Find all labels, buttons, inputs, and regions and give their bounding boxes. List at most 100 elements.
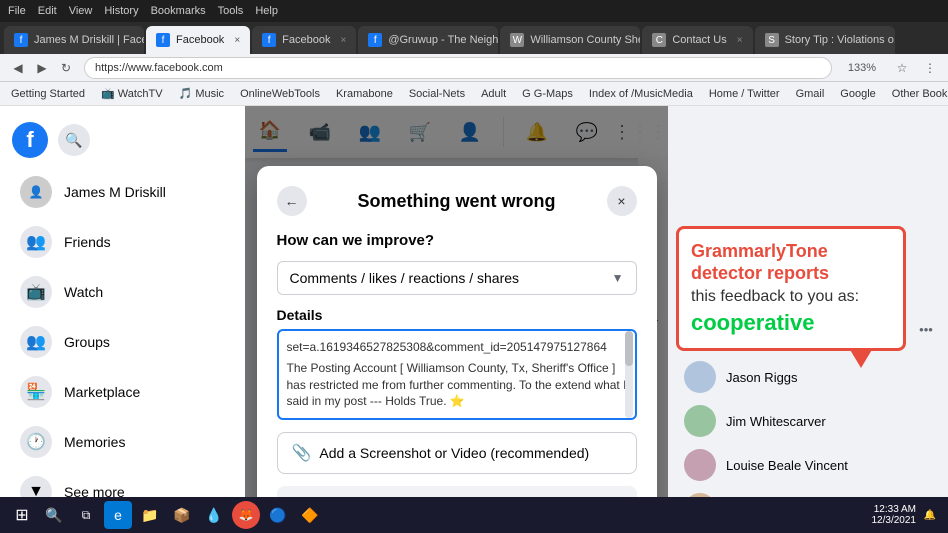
friends-icon: 👥 [20, 226, 52, 258]
tab-close-5[interactable]: × [737, 35, 743, 46]
modal-back-button[interactable]: ← [277, 186, 307, 216]
taskbar-app2[interactable]: 🔶 [296, 501, 324, 529]
contact-jim-whitescarver[interactable]: Jim Whitescarver [676, 399, 940, 443]
back-button[interactable]: ◀ [8, 58, 28, 78]
menu-tools[interactable]: Tools [218, 5, 244, 17]
bookmark-music[interactable]: 🎵 Music [174, 85, 229, 102]
bookmark-adult[interactable]: Adult [476, 86, 511, 102]
groups-icon: 👥 [20, 326, 52, 358]
bookmark-gmaps[interactable]: G G-Maps [517, 86, 578, 102]
details-body-text: The Posting Account [ Williamson County,… [287, 360, 627, 410]
menu-help[interactable]: Help [255, 5, 278, 17]
sidebar-item-marketplace[interactable]: 🏪 Marketplace [8, 368, 237, 416]
modal-close-button[interactable]: × [607, 186, 637, 216]
taskbar-time: 12:33 AM [872, 504, 917, 515]
taskbar-app1[interactable]: 🔵 [264, 501, 292, 529]
bookmark-kramabone[interactable]: Kramabone [331, 86, 398, 102]
modal-subtitle: How can we improve? [277, 232, 637, 249]
facebook-logo[interactable]: f [12, 122, 48, 158]
bookmark-other[interactable]: Other Bookmarks [887, 86, 948, 102]
tab-1[interactable]: f Facebook × [146, 26, 250, 54]
tab-favicon-2: f [262, 33, 276, 47]
nav-buttons: ◀ ▶ ↻ [8, 58, 76, 78]
memories-icon: 🕐 [20, 426, 52, 458]
bookmarks-bar: Getting Started 📺 WatchTV 🎵 Music Online… [0, 82, 948, 106]
marketplace-icon: 🏪 [20, 376, 52, 408]
refresh-button[interactable]: ↻ [56, 58, 76, 78]
taskbar-notification[interactable]: 🔔 [920, 505, 940, 525]
taskbar-firefox[interactable]: 🦊 [232, 501, 260, 529]
bookmark-musicmedia[interactable]: Index of /MusicMedia [584, 86, 698, 102]
tab-close-2[interactable]: × [340, 35, 346, 46]
taskbar-taskview[interactable]: ⧉ [72, 501, 100, 529]
sidebar-header: f 🔍 [0, 114, 245, 166]
bookmark-star[interactable]: ☆ [892, 58, 912, 78]
sidebar-item-groups[interactable]: 👥 Groups [8, 318, 237, 366]
taskbar-edge[interactable]: e [104, 501, 132, 529]
menu-view[interactable]: View [69, 5, 93, 17]
menu-bar[interactable]: File Edit View History Bookmarks Tools H… [8, 5, 278, 17]
sidebar-item-user[interactable]: 👤 James M Driskill [8, 168, 237, 216]
bookmark-watchtv[interactable]: 📺 WatchTV [96, 85, 168, 102]
tab-3[interactable]: f @Gruwup - The Neighbo... × [358, 26, 498, 54]
bookmark-social-nets[interactable]: Social-Nets [404, 86, 470, 102]
tab-6[interactable]: S Story Tip : Violations o... × [755, 26, 895, 54]
menu-history[interactable]: History [104, 5, 138, 17]
contact-jason-riggs[interactable]: Jason Riggs [676, 355, 940, 399]
modal-title: Something went wrong [307, 191, 607, 212]
start-button[interactable]: ⊞ [8, 501, 36, 529]
area-dropdown[interactable]: Comments / likes / reactions / shares ▼ [277, 261, 637, 295]
details-url-text: set=a.1619346527825308&comment_id=205147… [287, 339, 627, 356]
add-screenshot-button[interactable]: 📎 Add a Screenshot or Video (recommended… [277, 432, 637, 474]
sidebar-groups-label: Groups [64, 334, 110, 350]
contact-name-2: Louise Beale Vincent [726, 458, 848, 473]
contacts-more-icon[interactable]: ••• [912, 315, 940, 343]
sidebar-watch-label: Watch [64, 284, 103, 300]
facebook-sidebar: f 🔍 👤 James M Driskill 👥 Friends 📺 Watch… [0, 106, 245, 533]
tab-5[interactable]: C Contact Us × [642, 26, 752, 54]
taskbar-amazon[interactable]: 📦 [168, 501, 196, 529]
watch-icon: 📺 [20, 276, 52, 308]
scrollbar[interactable] [625, 331, 633, 418]
bookmark-google[interactable]: Google [835, 86, 880, 102]
facebook-page: f 🔍 👤 James M Driskill 👥 Friends 📺 Watch… [0, 106, 948, 533]
tab-favicon-3: f [368, 33, 382, 47]
forward-button[interactable]: ▶ [32, 58, 52, 78]
camera-icon: 📎 [292, 443, 312, 463]
search-icon[interactable]: 🔍 [58, 124, 90, 156]
menu-file[interactable]: File [8, 5, 26, 17]
tab-4[interactable]: W Williamson County Sherif... × [500, 26, 640, 54]
details-textbox[interactable]: set=a.1619346527825308&comment_id=205147… [277, 329, 637, 420]
bookmark-onlinewebtools[interactable]: OnlineWebTools [235, 86, 325, 102]
grammarly-arrow-icon [849, 348, 873, 368]
menu-bookmarks[interactable]: Bookmarks [151, 5, 206, 17]
tab-close-1[interactable]: × [234, 35, 240, 46]
taskbar-dropbox[interactable]: 💧 [200, 501, 228, 529]
taskbar-search[interactable]: 🔍 [40, 501, 68, 529]
taskbar-folder[interactable]: 📁 [136, 501, 164, 529]
sidebar-marketplace-label: Marketplace [64, 384, 140, 400]
url-bar[interactable]: https://www.facebook.com [84, 57, 832, 79]
tab-label-3: @Gruwup - The Neighbo... [388, 34, 498, 46]
menu-edit[interactable]: Edit [38, 5, 57, 17]
bookmark-getting-started[interactable]: Getting Started [6, 86, 90, 102]
menu-button[interactable]: ⋮ [920, 58, 940, 78]
grammarly-title: GrammarlyTone detector reports [691, 241, 891, 284]
bookmark-twitter[interactable]: Home / Twitter [704, 86, 785, 102]
taskbar-clock[interactable]: 12:33 AM 12/3/2021 [872, 504, 917, 526]
tab-favicon-5: C [652, 33, 666, 47]
bookmark-gmail[interactable]: Gmail [791, 86, 830, 102]
contact-louise-beale-vincent[interactable]: Louise Beale Vincent [676, 443, 940, 487]
sidebar-item-friends[interactable]: 👥 Friends [8, 218, 237, 266]
sidebar-item-memories[interactable]: 🕐 Memories [8, 418, 237, 466]
modal-header: ← Something went wrong × [277, 186, 637, 216]
screenshot-btn-label: Add a Screenshot or Video (recommended) [319, 445, 589, 461]
dropdown-value: Comments / likes / reactions / shares [290, 270, 520, 286]
tab-favicon-4: W [510, 33, 524, 47]
contact-avatar-0 [684, 361, 716, 393]
tab-0[interactable]: f James M Driskill | Face... × [4, 26, 144, 54]
title-bar: File Edit View History Bookmarks Tools H… [0, 0, 948, 22]
tab-2[interactable]: f Facebook × [252, 26, 356, 54]
sidebar-item-watch[interactable]: 📺 Watch [8, 268, 237, 316]
scrollbar-track [625, 331, 633, 418]
